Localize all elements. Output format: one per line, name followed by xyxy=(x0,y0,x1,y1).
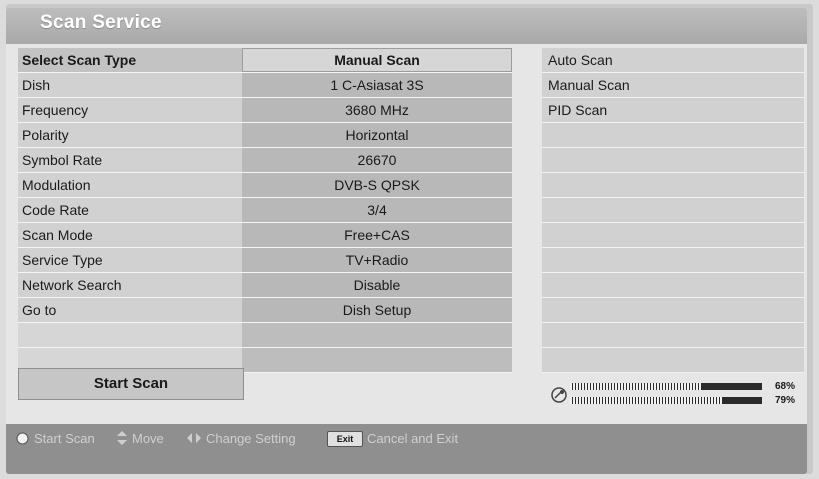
setting-value[interactable]: Free+CAS xyxy=(242,223,512,247)
hint-change-setting: Change Setting xyxy=(206,431,296,446)
settings-row-go-to[interactable]: Go to Dish Setup xyxy=(18,298,512,323)
setting-label: Polarity xyxy=(18,123,242,147)
option-manual-scan[interactable]: Manual Scan xyxy=(542,73,804,98)
setting-label: Code Rate xyxy=(18,198,242,222)
settings-row-symbol-rate[interactable]: Symbol Rate 26670 xyxy=(18,148,512,173)
option-empty xyxy=(542,223,804,248)
empty-cell xyxy=(242,323,512,347)
satellite-icon xyxy=(551,387,567,403)
settings-row-code-rate[interactable]: Code Rate 3/4 xyxy=(18,198,512,223)
setting-label: Scan Mode xyxy=(18,223,242,247)
option-empty xyxy=(542,198,804,223)
settings-row-empty xyxy=(18,323,512,348)
setting-label: Select Scan Type xyxy=(18,48,242,72)
option-empty xyxy=(542,173,804,198)
option-pid-scan[interactable]: PID Scan xyxy=(542,98,804,123)
setting-label: Network Search xyxy=(18,273,242,297)
settings-row-dish[interactable]: Dish 1 C-Asiasat 3S xyxy=(18,73,512,98)
white-button-icon xyxy=(16,432,29,445)
hint-start-scan: Start Scan xyxy=(34,431,95,446)
option-empty xyxy=(542,123,804,148)
settings-row-service-type[interactable]: Service Type TV+Radio xyxy=(18,248,512,273)
setting-label: Symbol Rate xyxy=(18,148,242,172)
settings-row-network-search[interactable]: Network Search Disable xyxy=(18,273,512,298)
settings-row-scan-type[interactable]: Select Scan Type Manual Scan xyxy=(18,48,512,73)
option-empty xyxy=(542,248,804,273)
setting-value[interactable]: Disable xyxy=(242,273,512,297)
setting-label: Go to xyxy=(18,298,242,322)
settings-row-frequency[interactable]: Frequency 3680 MHz xyxy=(18,98,512,123)
option-empty xyxy=(542,348,804,373)
window-title: Scan Service xyxy=(40,12,162,33)
settings-row-modulation[interactable]: Modulation DVB-S QPSK xyxy=(18,173,512,198)
settings-table: Select Scan Type Manual Scan Dish 1 C-As… xyxy=(18,48,512,373)
setting-label: Frequency xyxy=(18,98,242,122)
settings-row-scan-mode[interactable]: Scan Mode Free+CAS xyxy=(18,223,512,248)
settings-row-polarity[interactable]: Polarity Horizontal xyxy=(18,123,512,148)
setting-value[interactable]: Horizontal xyxy=(242,123,512,147)
left-right-arrow-icon xyxy=(187,433,201,443)
setting-label: Dish xyxy=(18,73,242,97)
setting-value[interactable]: Dish Setup xyxy=(242,298,512,322)
option-empty xyxy=(542,298,804,323)
setting-value[interactable]: 26670 xyxy=(242,148,512,172)
signal-quality-bar xyxy=(570,397,762,404)
setting-value[interactable]: DVB-S QPSK xyxy=(242,173,512,197)
signal-strength-fill xyxy=(570,383,701,390)
start-scan-button[interactable]: Start Scan xyxy=(18,368,244,400)
option-empty xyxy=(542,273,804,298)
up-down-arrow-icon xyxy=(117,431,127,445)
setting-value[interactable]: 3680 MHz xyxy=(242,98,512,122)
option-auto-scan[interactable]: Auto Scan xyxy=(542,48,804,73)
setting-label: Service Type xyxy=(18,248,242,272)
scan-type-options: Auto Scan Manual Scan PID Scan xyxy=(542,48,804,373)
setting-value[interactable]: Manual Scan xyxy=(242,48,512,72)
option-empty xyxy=(542,148,804,173)
setting-label: Modulation xyxy=(18,173,242,197)
hint-cancel-exit: Cancel and Exit xyxy=(367,431,459,446)
setting-value[interactable]: 3/4 xyxy=(242,198,512,222)
signal-quality-fill xyxy=(570,397,722,404)
setting-value[interactable]: 1 C-Asiasat 3S xyxy=(242,73,512,97)
empty-cell xyxy=(18,323,242,347)
exit-key-icon: Exit xyxy=(327,431,363,447)
empty-cell xyxy=(242,348,512,372)
signal-strength-bar xyxy=(570,383,762,390)
signal-quality-percent: 79% xyxy=(775,395,796,406)
option-empty xyxy=(542,323,804,348)
setting-value[interactable]: TV+Radio xyxy=(242,248,512,272)
signal-strength-percent: 68% xyxy=(775,381,796,392)
hint-move: Move xyxy=(132,431,164,446)
